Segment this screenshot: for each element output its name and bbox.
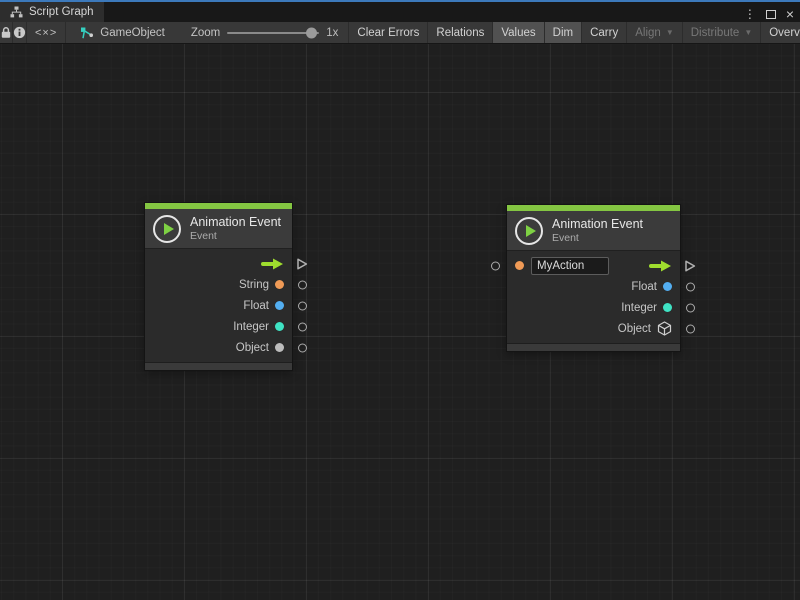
name-input-row <box>507 255 680 276</box>
distribute-label: Distribute <box>691 27 740 39</box>
info-icon <box>13 26 26 39</box>
flow-output-port[interactable] <box>296 257 308 270</box>
object-output-port[interactable] <box>298 343 307 352</box>
carry-button[interactable]: Carry <box>582 22 627 43</box>
output-row-integer: Integer <box>145 316 292 337</box>
port-label: Float <box>243 300 269 312</box>
animation-event-node-2[interactable]: Animation Event Event <box>507 205 680 351</box>
port-label: String <box>239 279 269 291</box>
zoom-value: 1x <box>326 27 338 39</box>
zoom-control: Zoom 1x <box>181 22 350 43</box>
tab-script-graph[interactable]: Script Graph <box>0 2 104 22</box>
window-menu-icon[interactable]: ⋮ <box>744 8 756 20</box>
zoom-label: Zoom <box>191 27 220 39</box>
window-controls: ⋮ × <box>744 4 794 24</box>
graph-canvas[interactable]: Animation Event Event <box>0 44 800 600</box>
float-type-icon <box>663 282 672 291</box>
output-row-float: Float <box>507 276 680 297</box>
dim-label: Dim <box>553 27 573 39</box>
output-row-integer: Integer <box>507 297 680 318</box>
distribute-button[interactable]: Distribute ▼ <box>683 22 762 43</box>
node-header[interactable]: Animation Event Event <box>507 211 680 251</box>
graph-target[interactable]: GameObject <box>66 22 177 43</box>
script-machine-icon <box>80 26 94 40</box>
info-button[interactable] <box>13 22 27 43</box>
node-body: String Float Integer Object <box>145 249 292 362</box>
node-title: Animation Event <box>190 215 281 230</box>
tab-title: Script Graph <box>29 6 94 18</box>
flow-output-row <box>145 253 292 274</box>
align-label: Align <box>635 27 661 39</box>
port-label: Float <box>631 281 657 293</box>
flow-output-port[interactable] <box>684 259 696 272</box>
node-body: Float Integer Object <box>507 251 680 343</box>
output-row-string: String <box>145 274 292 295</box>
lock-icon <box>0 26 12 39</box>
flow-arrow-icon <box>649 260 672 272</box>
integer-type-icon <box>663 303 672 312</box>
object-type-icon <box>275 343 284 352</box>
script-graph-window: Script Graph ⋮ × <box>0 0 800 600</box>
animation-event-node-1[interactable]: Animation Event Event <box>145 203 292 370</box>
chevron-down-icon: ▼ <box>744 28 752 37</box>
zoom-slider-handle[interactable] <box>306 27 317 38</box>
close-icon[interactable]: × <box>786 7 794 21</box>
graph-toolbar: <×> GameObject Zoom 1x Clear Errors Rela… <box>0 22 800 44</box>
node-subtitle: Event <box>190 230 281 243</box>
maximize-icon[interactable] <box>766 10 776 19</box>
relations-label: Relations <box>436 27 484 39</box>
chevron-down-icon: ▼ <box>666 28 674 37</box>
node-footer <box>145 362 292 370</box>
align-button[interactable]: Align ▼ <box>627 22 683 43</box>
relations-button[interactable]: Relations <box>428 22 493 43</box>
string-type-icon <box>515 261 524 270</box>
integer-output-port[interactable] <box>298 322 307 331</box>
port-label: Integer <box>233 321 269 333</box>
event-name-input[interactable] <box>531 257 609 275</box>
node-subtitle: Event <box>552 232 643 245</box>
cube-icon <box>657 321 672 336</box>
object-output-port[interactable] <box>686 324 695 333</box>
node-footer <box>507 343 680 351</box>
port-label: Object <box>618 323 651 335</box>
event-play-icon <box>153 215 181 243</box>
graph-target-label: GameObject <box>100 27 165 39</box>
carry-label: Carry <box>590 27 618 39</box>
output-row-object: Object <box>145 337 292 358</box>
dim-button[interactable]: Dim <box>545 22 582 43</box>
tab-bar: Script Graph ⋮ × <box>0 2 800 22</box>
flow-arrow-icon <box>261 258 284 270</box>
output-row-object: Object <box>507 318 680 339</box>
lock-button[interactable] <box>0 22 13 43</box>
graph-hierarchy-icon <box>10 6 23 18</box>
code-preview-toggle[interactable]: <×> <box>27 22 66 43</box>
zoom-slider[interactable] <box>227 32 319 34</box>
name-input-port[interactable] <box>491 261 500 270</box>
clear-errors-label: Clear Errors <box>357 27 419 39</box>
integer-output-port[interactable] <box>686 303 695 312</box>
event-play-icon <box>515 217 543 245</box>
float-output-port[interactable] <box>298 301 307 310</box>
string-type-icon <box>275 280 284 289</box>
integer-type-icon <box>275 322 284 331</box>
node-header[interactable]: Animation Event Event <box>145 209 292 249</box>
float-type-icon <box>275 301 284 310</box>
node-title: Animation Event <box>552 217 643 232</box>
clear-errors-button[interactable]: Clear Errors <box>349 22 428 43</box>
port-label: Integer <box>621 302 657 314</box>
output-row-float: Float <box>145 295 292 316</box>
values-button[interactable]: Values <box>493 22 544 43</box>
overview-button[interactable]: Overview <box>761 22 800 43</box>
port-label: Object <box>236 342 269 354</box>
string-output-port[interactable] <box>298 280 307 289</box>
overview-label: Overview <box>769 27 800 39</box>
values-label: Values <box>501 27 535 39</box>
float-output-port[interactable] <box>686 282 695 291</box>
